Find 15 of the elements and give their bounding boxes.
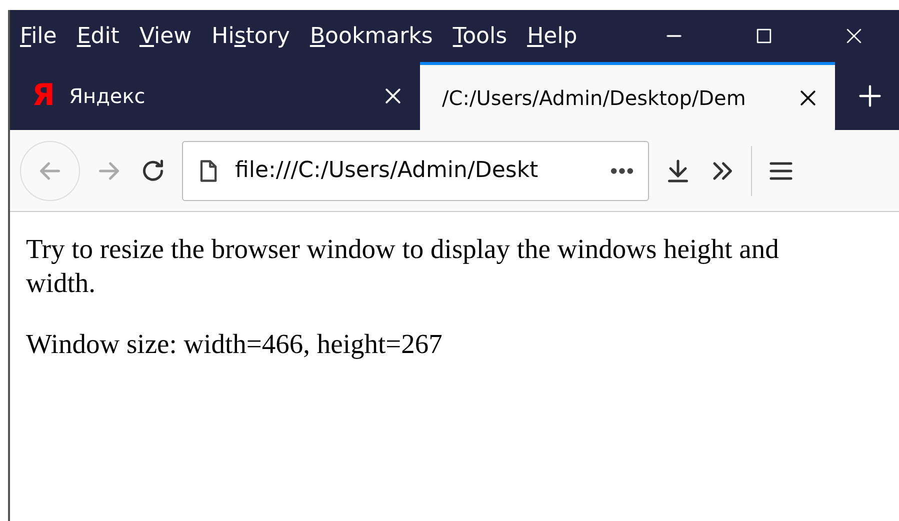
browser-tab[interactable]: Я Яндекс xyxy=(10,62,420,130)
menu-item[interactable]: Tools xyxy=(442,20,518,52)
add-icon[interactable] xyxy=(857,83,883,109)
menu-item[interactable]: Edit xyxy=(66,20,130,52)
browser-tab[interactable]: /C:/Users/Admin/Desktop/Dem xyxy=(420,62,835,130)
paragraph-text: Try to resize the browser window to display the windows height and width. xyxy=(26,232,780,300)
menu-item[interactable]: History xyxy=(202,20,300,52)
address-bar[interactable]: file:///C:/Users/Admin/Deskt xyxy=(182,140,649,200)
menu-item[interactable]: File xyxy=(10,20,67,52)
paragraph-text: Window size: width=466, height=267 xyxy=(26,326,444,361)
menu-item[interactable]: Help xyxy=(517,20,588,52)
menu-item[interactable]: View xyxy=(129,20,202,52)
menu-item[interactable]: Bookmarks xyxy=(300,20,443,52)
favicon-icon: Я xyxy=(32,81,56,111)
url-text: file:///C:/Users/Admin/Deskt xyxy=(235,157,540,185)
